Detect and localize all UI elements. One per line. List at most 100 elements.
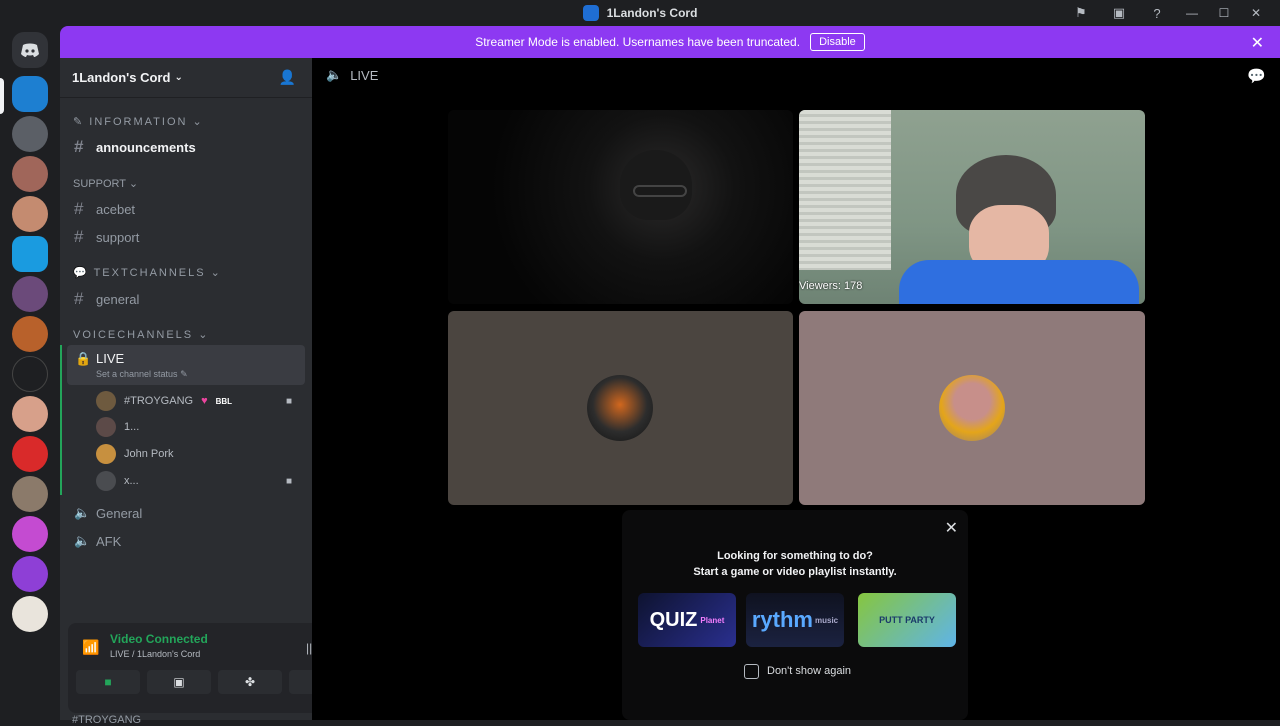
channel-support[interactable]: # support [74, 227, 139, 247]
invite-people-icon[interactable]: 👤 [279, 69, 296, 86]
screen-share-icon[interactable]: ▣ [1100, 0, 1138, 26]
avatar [939, 375, 1005, 441]
hash-icon: # [74, 289, 84, 308]
channel-label: announcements [96, 139, 196, 155]
activity-title: QUIZ [649, 608, 698, 631]
server-icon-6[interactable] [12, 276, 48, 312]
viewer-count: Viewers: 178 [799, 280, 863, 292]
voice-channel-live[interactable]: 🔒 LIVE Set a channel status ✎ [67, 345, 305, 385]
channel-label: acebet [96, 201, 136, 217]
server-icon-7[interactable] [12, 316, 48, 352]
category-voicechannels[interactable]: VOICECHANNELS ⌄ [73, 328, 209, 341]
category-information[interactable]: ✎ INFORMATION ⌄ [73, 115, 204, 128]
server-icon-9[interactable] [12, 396, 48, 432]
server-icon-3[interactable] [12, 156, 48, 192]
voice-status-subtitle: LIVE / 1Landon's Cord [110, 649, 201, 659]
voice-channel-label: LIVE [96, 351, 125, 366]
speaker-icon: 🔈 [74, 505, 91, 520]
server-icon-4[interactable] [12, 196, 48, 232]
dont-show-again-checkbox[interactable] [744, 664, 759, 679]
close-icon[interactable]: ✕ [945, 518, 958, 538]
close-banner-icon[interactable]: ✕ [1251, 33, 1264, 53]
voice-stage: 🔈 LIVE 💬 Viewers: 178 ✕ Looking for some… [312, 58, 1280, 720]
member-name: 1... [124, 421, 140, 433]
category-label: INFORMATION [89, 116, 188, 128]
category-label: TEXTCHANNELS [93, 267, 206, 279]
category-label: VOICECHANNELS [73, 329, 194, 341]
video-tile-4[interactable] [799, 311, 1145, 505]
server-icon-14[interactable] [12, 596, 48, 632]
heart-icon: ♥ [201, 395, 208, 407]
user-panel-name[interactable]: #TROYGANG [72, 714, 141, 726]
server-icon-10[interactable] [12, 436, 48, 472]
avatar [96, 471, 116, 491]
video-tile-2[interactable]: Viewers: 178 [799, 110, 1145, 304]
server-logo-icon [582, 5, 599, 21]
channel-label: support [96, 229, 140, 245]
voice-member[interactable]: 1... [96, 417, 139, 437]
video-tile-3[interactable] [448, 311, 793, 505]
activities-button[interactable]: ✤ [218, 670, 282, 694]
channel-status-input[interactable]: Set a channel status ✎ [96, 369, 188, 380]
member-name: x... [124, 475, 139, 487]
voice-channel-general[interactable]: 🔈 General [74, 505, 142, 521]
channel-announcements[interactable]: # announcements [74, 137, 196, 157]
speaker-icon: 🔈 [74, 533, 91, 548]
category-support[interactable]: SUPPORT ⌄ [73, 177, 138, 190]
hash-icon: # [74, 137, 84, 156]
server-icon-11[interactable] [12, 476, 48, 512]
server-header[interactable]: 1Landon's Cord ⌄ 👤 [60, 58, 312, 98]
minimize-button[interactable]: — [1176, 0, 1208, 26]
member-name: #TROYGANG [124, 395, 194, 407]
flag-icon[interactable]: ⚑ [1062, 0, 1100, 26]
channel-label: general [96, 291, 140, 307]
server-icon-5[interactable] [12, 236, 48, 272]
channel-sidebar: 1Landon's Cord ⌄ 👤 ✎ INFORMATION ⌄ # ann… [60, 58, 365, 726]
voice-channel-afk[interactable]: 🔈 AFK [74, 533, 121, 549]
discord-home-icon[interactable] [12, 32, 48, 68]
voice-member[interactable]: #TROYGANG ♥ BBL ■ [96, 391, 292, 411]
category-label: SUPPORT [73, 178, 126, 190]
server-icon-8[interactable] [12, 356, 48, 392]
category-textchannels[interactable]: 💬 TEXTCHANNELS ⌄ [73, 266, 222, 279]
maximize-button[interactable]: ☐ [1208, 0, 1240, 26]
server-icon-2[interactable] [12, 116, 48, 152]
avatar [96, 391, 116, 411]
chat-icon[interactable]: 💬 [1247, 67, 1266, 85]
window-titlebar: 1Landon's Cord ⚑ ▣ ? — ☐ ✕ [0, 0, 1280, 26]
disable-streamer-mode-button[interactable]: Disable [810, 33, 865, 51]
streamer-mode-banner: Streamer Mode is enabled. Usernames have… [60, 26, 1280, 58]
server-name: 1Landon's Cord [72, 70, 171, 85]
voice-member[interactable]: John Pork [96, 444, 174, 464]
selected-server-pill [0, 78, 4, 114]
chevron-down-icon: ⌄ [174, 72, 183, 83]
member-name: John Pork [124, 448, 174, 460]
activity-card-rythm[interactable]: rythm music [746, 593, 844, 647]
server-icon-12[interactable] [12, 516, 48, 552]
connected-indicator [60, 345, 62, 495]
screen-share-button[interactable]: ▣ [147, 670, 211, 694]
camera-button[interactable]: ■ [76, 670, 140, 694]
lock-icon: 🔒 [75, 351, 92, 366]
server-icon-1landon[interactable] [12, 76, 48, 112]
server-icon-13[interactable] [12, 556, 48, 592]
voice-status-title[interactable]: Video Connected [110, 632, 208, 646]
activity-title: PUTT PARTY [879, 615, 935, 625]
stage-channel-name: LIVE [350, 67, 379, 83]
video-tile-1[interactable] [448, 110, 793, 304]
camera-icon: ■ [286, 395, 293, 407]
activity-card-quiz[interactable]: QUIZ Planet [638, 593, 736, 647]
server-list [0, 26, 60, 720]
close-window-button[interactable]: ✕ [1240, 0, 1272, 26]
help-icon[interactable]: ? [1138, 0, 1176, 26]
activity-card-putt-party[interactable]: PUTT PARTY [858, 593, 956, 647]
voice-member[interactable]: x... ■ [96, 471, 292, 491]
channel-acebet[interactable]: # acebet [74, 199, 135, 219]
speech-bubble-icon: 💬 [73, 267, 89, 279]
channel-general[interactable]: # general [74, 289, 139, 309]
avatar [96, 417, 116, 437]
activity-suggestion-popup: ✕ Looking for something to do? Start a g… [622, 510, 968, 720]
camera-icon: ■ [286, 475, 293, 487]
activity-title: rythm [751, 607, 813, 632]
signal-icon: 📶 [82, 639, 100, 655]
